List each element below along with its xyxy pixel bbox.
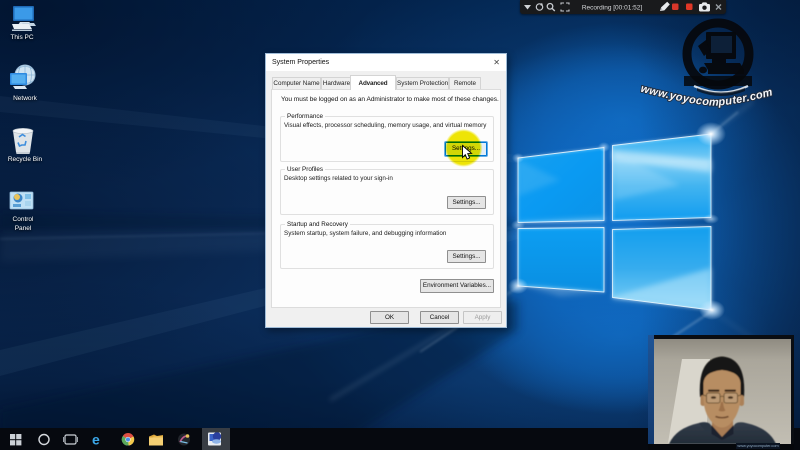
svg-text:Recording [00:01:52]: Recording [00:01:52]: [582, 4, 643, 11]
svg-text:e: e: [92, 432, 100, 448]
